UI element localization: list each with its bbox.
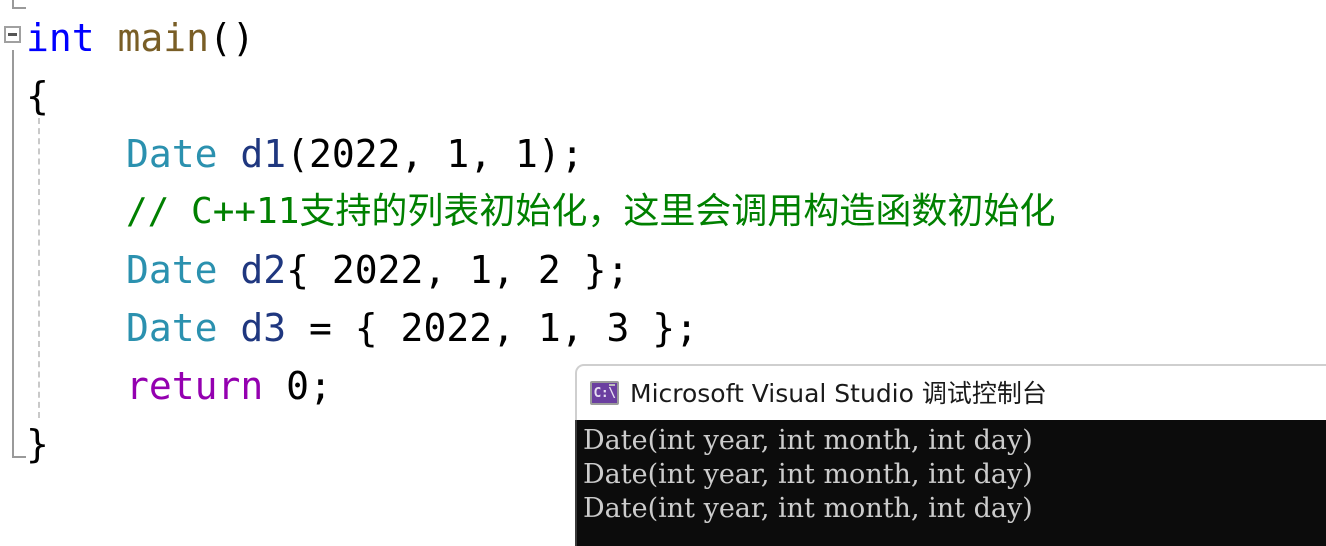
line-open-brace[interactable]: { — [0, 66, 1326, 126]
line-comment[interactable]: // C++11支持的列表初始化，这里会调用构造函数初始化 — [0, 182, 1326, 242]
code-token: (2022, 1, 1); — [286, 132, 584, 176]
console-title-text: Microsoft Visual Studio 调试控制台 — [630, 378, 1047, 408]
line-int-main[interactable]: int main() — [0, 8, 1326, 68]
code-token: Date — [126, 132, 218, 176]
debug-console-window[interactable]: C:\ Microsoft Visual Studio 调试控制台 Date(i… — [575, 364, 1326, 546]
code-token: Date — [126, 248, 218, 292]
code-token: } — [26, 422, 49, 466]
console-cmd-icon-text: C:\ — [593, 385, 616, 401]
code-token: { 2022, 1, 2 }; — [286, 248, 630, 292]
code-token: d1 — [240, 132, 287, 176]
code-token: int — [26, 16, 95, 60]
code-token: d3 — [240, 306, 287, 350]
console-output-area[interactable]: Date(int year, int month, int day) Date(i… — [575, 420, 1326, 546]
code-token: = { 2022, 1, 3 }; — [286, 306, 698, 350]
code-token: () — [209, 16, 255, 60]
code-token: { — [26, 74, 49, 118]
console-output-line: Date(int year, int month, int day) — [583, 459, 1033, 490]
console-output-line: Date(int year, int month, int day) — [583, 425, 1033, 456]
line-d3[interactable]: Date d3 = { 2022, 1, 3 }; — [0, 298, 1326, 358]
console-cmd-icon: C:\ — [590, 381, 619, 405]
line-d1[interactable]: Date d1(2022, 1, 1); — [0, 124, 1326, 184]
code-token: Date — [126, 306, 218, 350]
console-output-line: Date(int year, int month, int day) — [583, 493, 1033, 524]
console-title-bar[interactable]: C:\ Microsoft Visual Studio 调试控制台 — [575, 364, 1326, 420]
code-token: 0 — [286, 364, 310, 408]
code-token: // C++11支持的列表初始化，这里会调用构造函数初始化 — [126, 191, 1056, 232]
code-token: main — [117, 16, 210, 60]
code-token: return — [126, 364, 264, 408]
line-d2[interactable]: Date d2{ 2022, 1, 2 }; — [0, 240, 1326, 300]
code-token: d2 — [240, 248, 287, 292]
code-token: ; — [309, 364, 332, 408]
